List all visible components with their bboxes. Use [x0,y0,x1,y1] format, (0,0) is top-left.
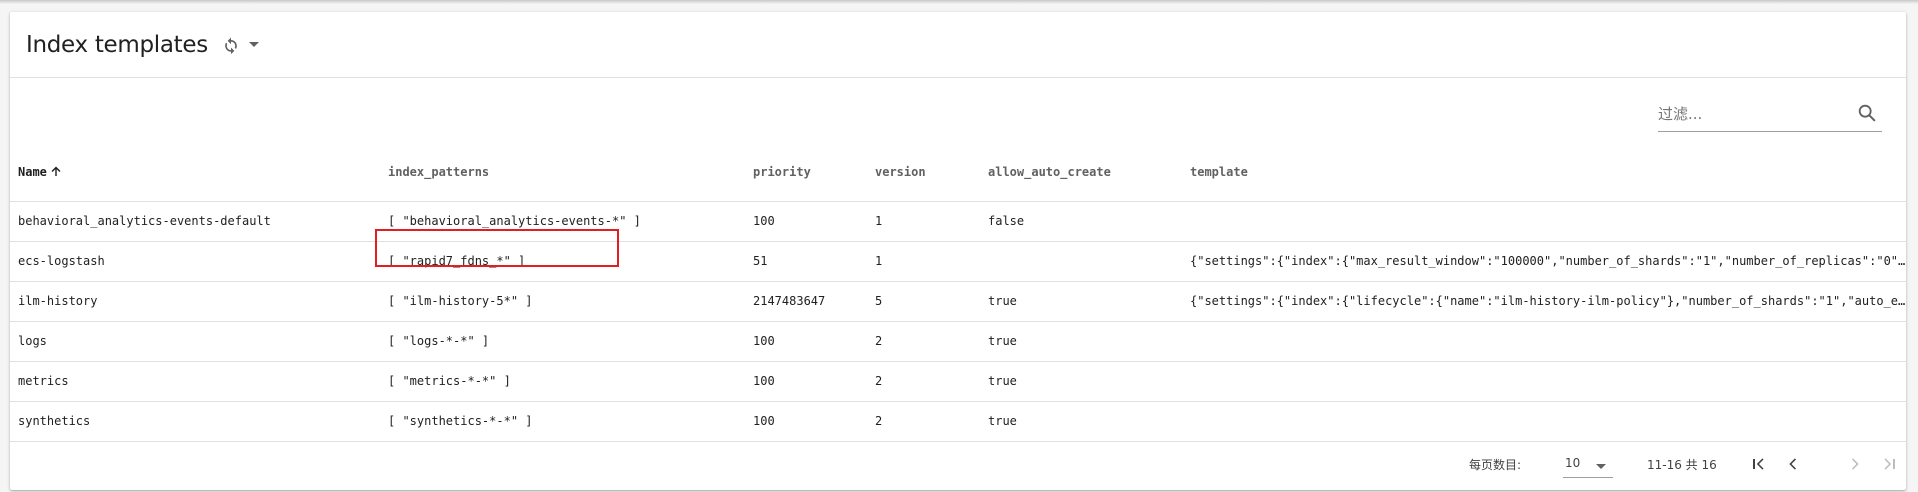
chevron-down-icon [1595,460,1607,474]
cell-allow-auto-create: false [980,201,1182,242]
card-header: Index templates [10,12,1906,78]
cell-name: ilm-history [10,281,380,322]
cell-name: metrics [10,361,380,402]
column-header-allow-auto-create[interactable]: allow_auto_create [980,144,1182,202]
cell-template [1182,321,1906,362]
page-size-value: 10 [1565,456,1581,470]
cell-version: 2 [867,361,980,402]
cell-allow-auto-create [980,241,1182,282]
filter-field [1658,96,1882,132]
table-row[interactable]: synthetics [ "synthetics-*-*" ] 100 2 tr… [10,401,1906,442]
column-header-label: Name [18,164,47,179]
chevron-right-icon[interactable] [1841,450,1869,478]
cell-index-patterns: [ "rapid7_fdns_*" ] [380,241,745,282]
table-row[interactable]: metrics [ "metrics-*-*" ] 100 2 true [10,361,1906,402]
cell-priority: 2147483647 [745,281,867,322]
cell-priority: 100 [745,401,867,442]
cell-template [1182,401,1906,442]
top-shadow [0,0,1918,4]
cell-name: synthetics [10,401,380,442]
column-header-version[interactable]: version [867,144,980,202]
cell-index-patterns: [ "metrics-*-*" ] [380,361,745,402]
page-size-label: 每页数目: [1469,458,1522,472]
cell-version: 2 [867,321,980,362]
cell-allow-auto-create: true [980,281,1182,322]
column-header-priority[interactable]: priority [745,144,867,202]
cell-index-patterns: [ "ilm-history-5*" ] [380,281,745,322]
chevron-left-icon[interactable] [1779,450,1807,478]
cell-index-patterns: [ "logs-*-*" ] [380,321,745,362]
cell-template: {"settings":{"index":{"max_result_window… [1182,241,1906,282]
cell-version: 1 [867,201,980,242]
page-range-label: 11-16 共 16 [1647,458,1717,472]
table-row[interactable]: ilm-history [ "ilm-history-5*" ] 2147483… [10,281,1906,322]
cell-name: behavioral_analytics-events-default [10,201,380,242]
cell-priority: 100 [745,321,867,362]
cell-version: 2 [867,401,980,442]
paginator: 每页数目: 10 11-16 共 16 [10,442,1906,488]
cell-name: ecs-logstash [10,241,380,282]
cell-index-patterns: [ "behavioral_analytics-events-*" ] [380,201,745,242]
search-icon[interactable] [1856,102,1878,124]
sort-arrow-up-icon [50,165,62,180]
refresh-icon[interactable] [220,34,242,56]
cell-template [1182,201,1906,242]
table-row[interactable]: logs [ "logs-*-*" ] 100 2 true [10,321,1906,362]
cell-allow-auto-create: true [980,321,1182,362]
page-size-select[interactable]: 10 [1563,450,1613,478]
cell-name: logs [10,321,380,362]
cell-priority: 51 [745,241,867,282]
index-templates-table: Name index_patterns priority version all… [10,144,1906,442]
column-header-template[interactable]: template [1182,144,1906,202]
cell-priority: 100 [745,201,867,242]
table-header-row: Name index_patterns priority version all… [10,144,1906,202]
index-templates-card: Index templates Name [10,12,1906,490]
column-header-name[interactable]: Name [10,144,380,202]
caret-down-icon[interactable] [246,37,262,53]
cell-version: 1 [867,241,980,282]
cell-template [1182,361,1906,402]
table-row[interactable]: behavioral_analytics-events-default [ "b… [10,201,1906,242]
column-header-index-patterns[interactable]: index_patterns [380,144,745,202]
page-title: Index templates [26,31,208,58]
cell-priority: 100 [745,361,867,402]
cell-allow-auto-create: true [980,401,1182,442]
first-page-icon[interactable] [1745,450,1773,478]
cell-template: {"settings":{"index":{"lifecycle":{"name… [1182,281,1906,322]
cell-allow-auto-create: true [980,361,1182,402]
cell-index-patterns: [ "synthetics-*-*" ] [380,401,745,442]
cell-version: 5 [867,281,980,322]
table-row[interactable]: ecs-logstash [ "rapid7_fdns_*" ] 51 1 {"… [10,241,1906,282]
filter-input[interactable] [1658,102,1848,126]
last-page-icon[interactable] [1875,450,1903,478]
